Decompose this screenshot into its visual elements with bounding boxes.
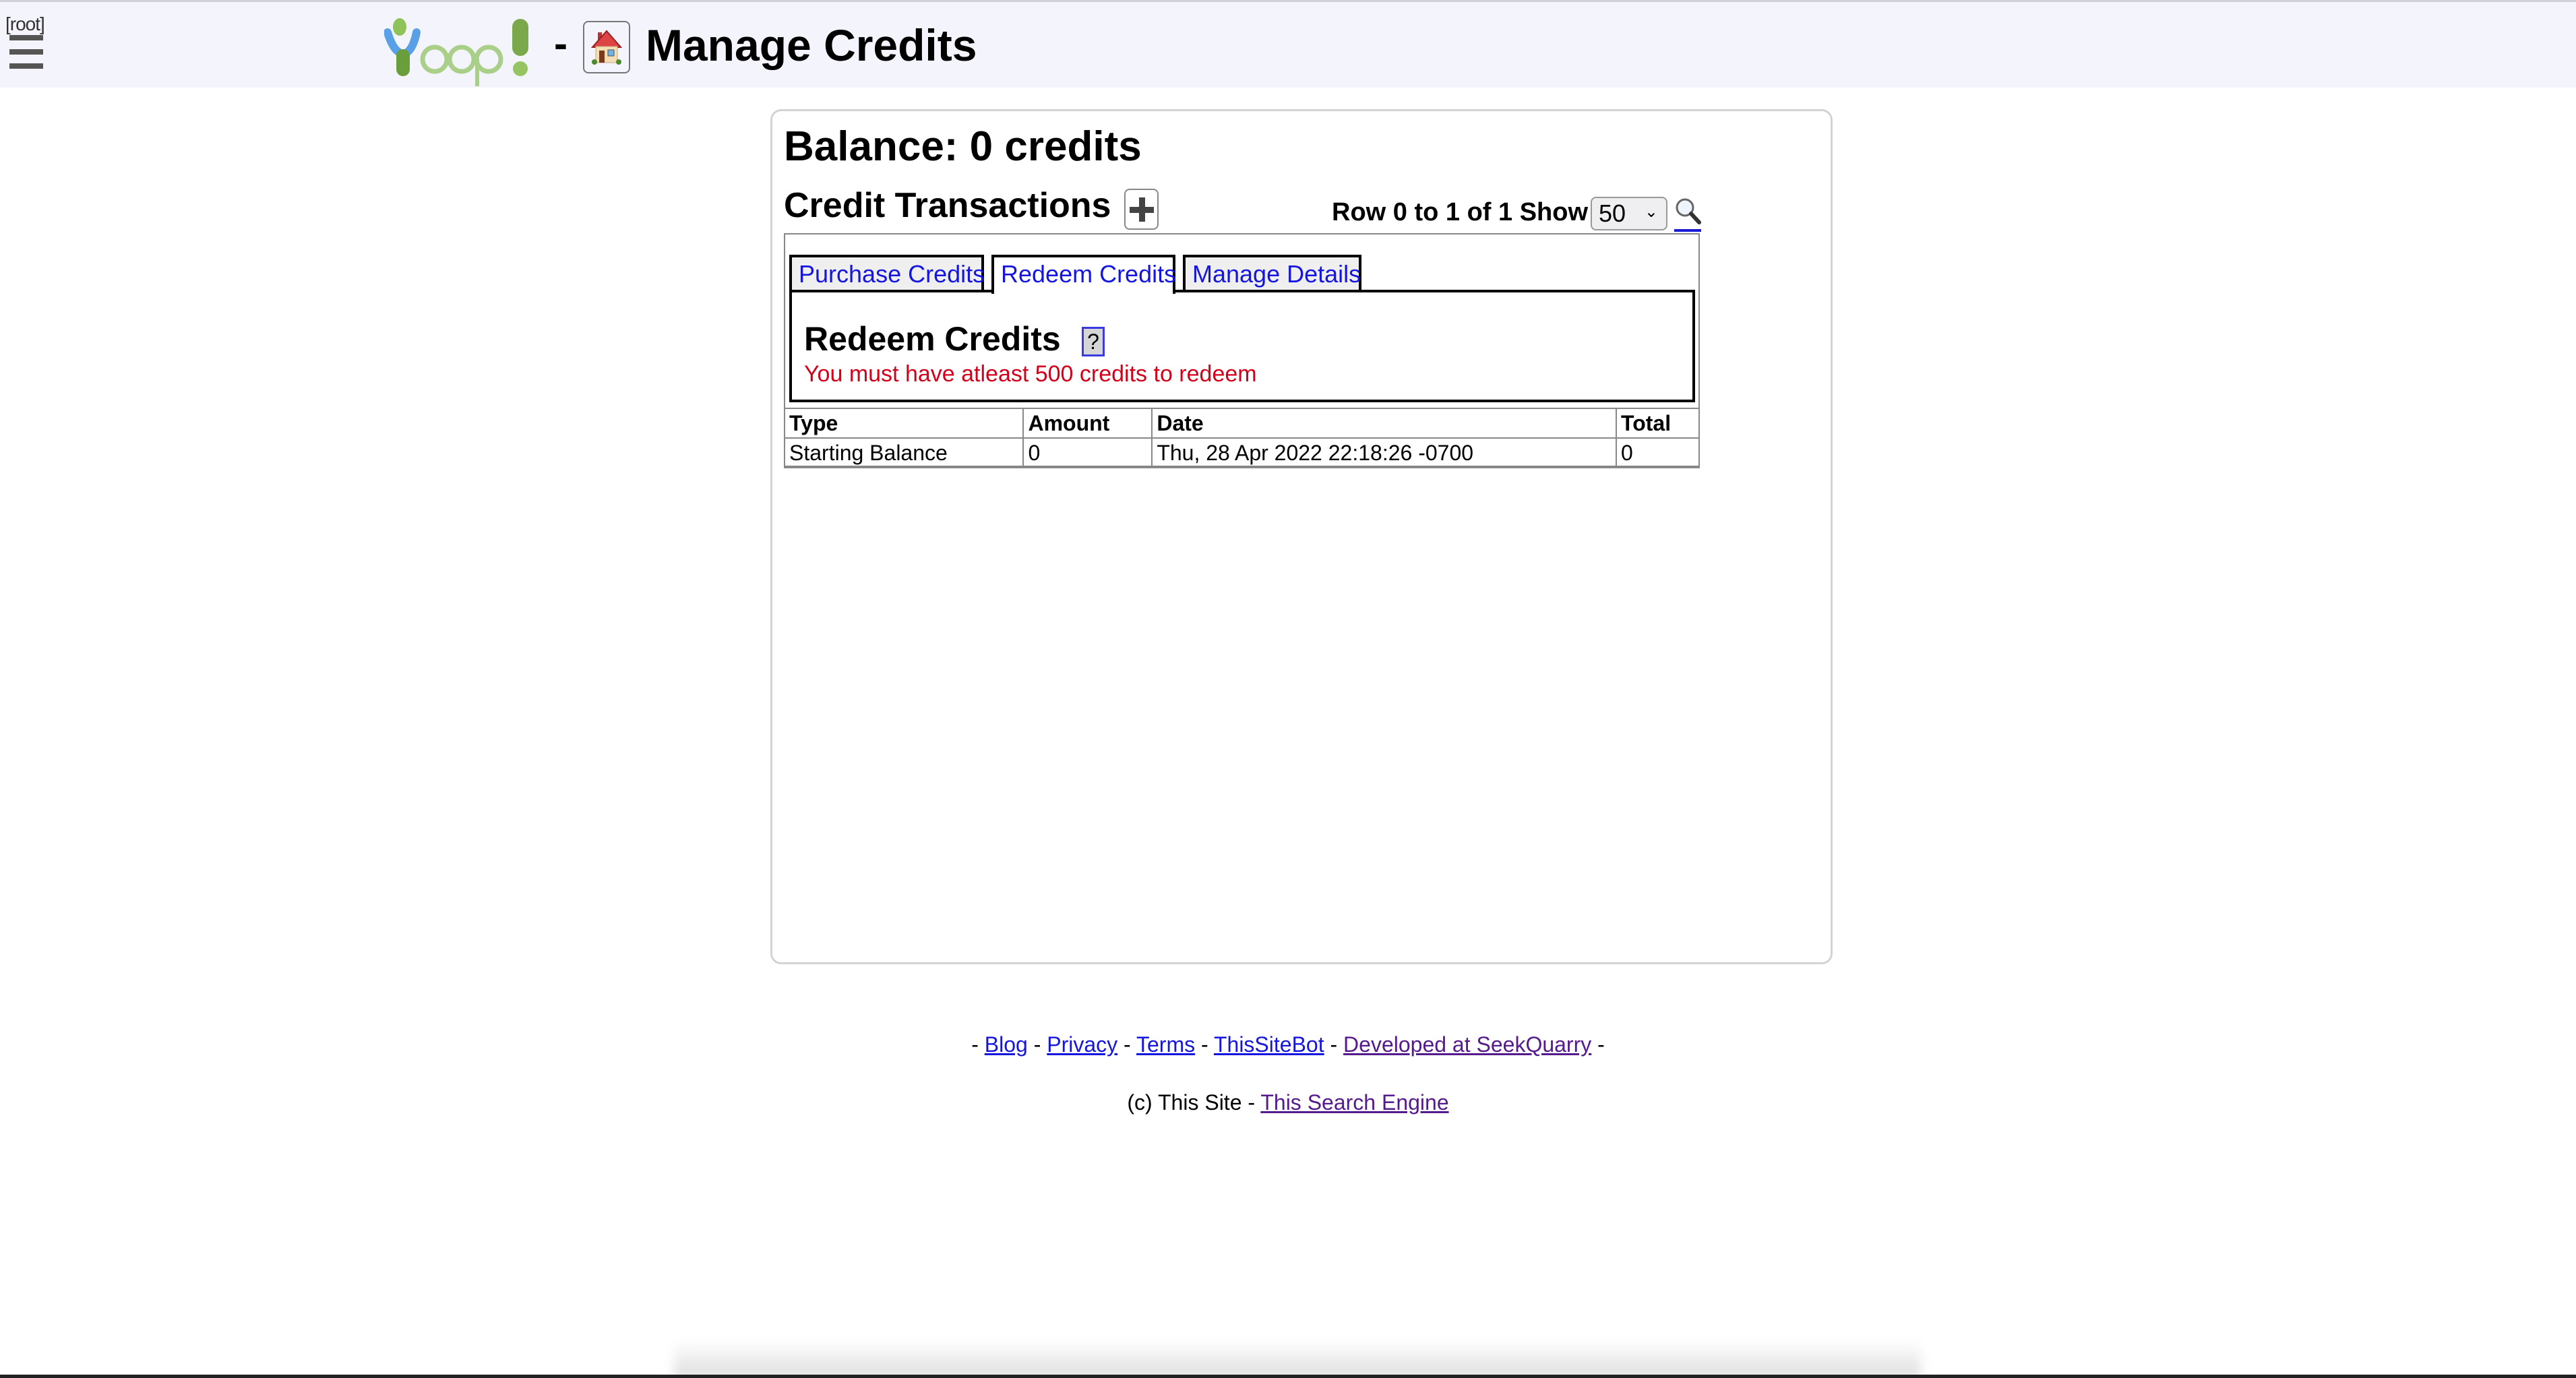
column-header: Amount — [1022, 408, 1153, 439]
add-transaction-button[interactable] — [1124, 189, 1159, 230]
plus-icon — [1129, 197, 1154, 222]
tab-manage-details[interactable]: Manage Details — [1183, 255, 1361, 291]
footer-link-search-engine[interactable]: This Search Engine — [1260, 1090, 1448, 1115]
footer-link-privacy[interactable]: Privacy — [1047, 1032, 1117, 1057]
footer-link-bot[interactable]: ThisSiteBot — [1214, 1032, 1324, 1057]
copyright-text: (c) This Site - — [1127, 1090, 1256, 1115]
cell-total: 0 — [1616, 437, 1700, 468]
magnifier-icon — [1676, 198, 1701, 224]
window-edge — [0, 1375, 2576, 1378]
error-message: You must have atleast 500 credits to red… — [804, 361, 1257, 387]
cell-amount: 0 — [1022, 437, 1153, 468]
rows-per-page-select[interactable]: 50 ⌄ — [1591, 197, 1667, 230]
window-shadow — [674, 1341, 1921, 1378]
home-button[interactable] — [583, 21, 630, 73]
footer-copyright: (c) This Site - This Search Engine — [0, 1088, 2576, 1117]
user-label: [root] — [5, 13, 45, 34]
title-separator: - — [554, 21, 568, 66]
footer-link-blog[interactable]: Blog — [985, 1032, 1028, 1057]
table-header-row: Type Amount Date Total — [783, 408, 1700, 439]
chevron-down-icon: ⌄ — [1644, 203, 1658, 221]
redeem-title: Redeem Credits — [804, 320, 1061, 358]
column-header: Total — [1616, 408, 1700, 439]
cell-type: Starting Balance — [783, 437, 1024, 468]
hamburger-icon[interactable] — [9, 35, 43, 75]
column-header: Type — [783, 408, 1024, 439]
footer-link-terms[interactable]: Terms — [1136, 1032, 1195, 1057]
cell-date: Thu, 28 Apr 2022 22:18:26 -0700 — [1151, 437, 1618, 468]
balance-heading: Balance: 0 credits — [784, 123, 1142, 170]
help-button[interactable]: ? — [1082, 327, 1105, 356]
transactions-table: Type Amount Date Total Starting Balance … — [783, 408, 1700, 468]
search-button[interactable] — [1674, 197, 1701, 232]
home-icon — [591, 30, 622, 65]
transactions-title: Credit Transactions — [784, 186, 1111, 225]
yoopi-logo[interactable] — [384, 12, 546, 86]
table-row: Starting Balance 0 Thu, 28 Apr 2022 22:1… — [783, 437, 1700, 468]
tab-redeem-credits[interactable]: Redeem Credits — [991, 255, 1176, 294]
column-header: Date — [1151, 408, 1618, 439]
pager-text: Row 0 to 1 of 1 Show — [1332, 198, 1589, 226]
tab-purchase-credits[interactable]: Purchase Credits — [789, 255, 985, 291]
footer-link-seekquarry[interactable]: Developed at SeekQuarry — [1343, 1032, 1591, 1057]
page-title: Manage Credits — [646, 20, 977, 70]
rows-per-page-value: 50 — [1599, 199, 1626, 227]
footer-links: - Blog - Privacy - Terms - ThisSiteBot -… — [971, 1032, 1605, 1057]
